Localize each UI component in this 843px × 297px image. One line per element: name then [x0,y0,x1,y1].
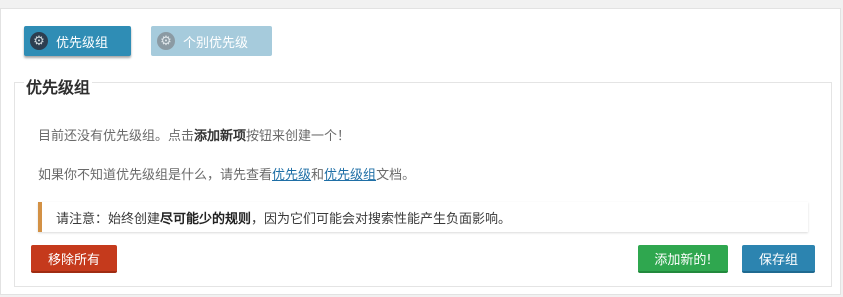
tab-label: 个别优先级 [183,35,249,51]
add-new-hint: 添加新项 [194,129,247,144]
gear-icon: ⚙ [30,32,48,50]
warning-notice: 请注意：始终创建 尽可能少的规则 ，因为它们可能会对搜索性能产生负面影响。 [38,202,808,232]
add-new-button[interactable]: 添加新的! [638,245,728,273]
empty-state-text: 目前还没有优先级组。点击添加新项按钮来创建一个！ [38,129,351,144]
panel-title: 优先级组 [24,74,93,98]
tab-bar: ⚙ 优先级组 ⚙ 个别优先级 [24,26,272,56]
tab-priority-groups[interactable]: ⚙ 优先级组 [24,26,131,56]
remove-all-button[interactable]: 移除所有 [31,245,117,273]
tab-individual-priorities[interactable]: ⚙ 个别优先级 [151,26,272,56]
gear-icon: ⚙ [157,32,175,50]
priority-doc-link[interactable]: 优先级 [272,168,311,183]
tab-label: 优先级组 [56,35,109,51]
notice-emphasis: 尽可能少的规则 [160,211,252,227]
save-group-button[interactable]: 保存组 [742,245,815,273]
priority-groups-doc-link[interactable]: 优先级组 [324,168,376,183]
help-text: 如果你不知道优先级组是什么，请先查看优先级和优先级组文档。 [38,168,416,183]
